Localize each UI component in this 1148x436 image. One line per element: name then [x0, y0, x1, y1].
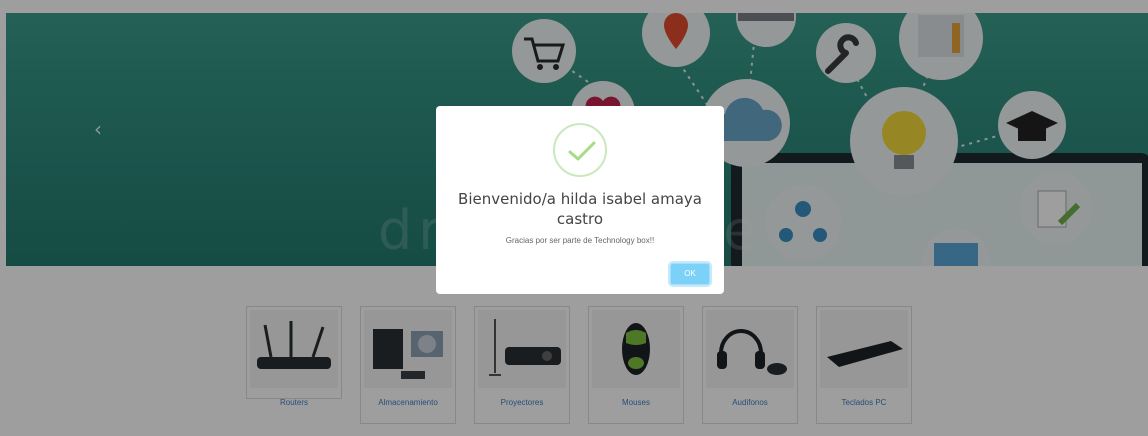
checkmark-icon — [553, 123, 607, 177]
page: dreamstime ‹ Routers Almacenamiento — [0, 0, 1148, 436]
dialog-message: Gracias por ser parte de Technology box!… — [505, 236, 655, 245]
dialog-title: Bienvenido/a hilda isabel amaya castro — [458, 190, 702, 228]
welcome-dialog: Bienvenido/a hilda isabel amaya castro G… — [436, 106, 724, 294]
ok-button[interactable]: OK — [670, 263, 710, 285]
